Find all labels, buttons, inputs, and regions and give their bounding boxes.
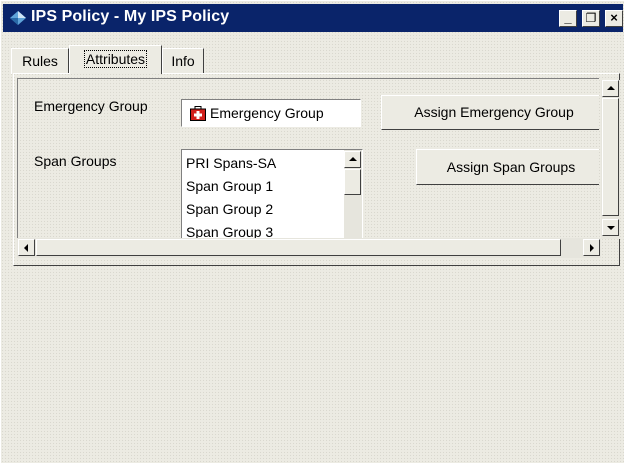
title-bar[interactable]: IPS Policy - My IPS Policy _ ❐ × [3, 4, 623, 32]
arrow-right-icon [590, 244, 594, 252]
close-button[interactable]: × [605, 10, 623, 27]
span-list-scroll-thumb[interactable] [344, 169, 361, 195]
scroll-up-button[interactable] [602, 80, 619, 97]
attributes-viewport: Emergency Group Emergency Group Assign E… [17, 78, 599, 238]
list-item[interactable]: PRI Spans-SA [186, 155, 276, 171]
assign-emergency-group-button[interactable]: Assign Emergency Group [381, 95, 599, 130]
list-item[interactable]: Span Group 2 [186, 201, 273, 217]
tab-rules[interactable]: Rules [11, 48, 69, 74]
horizontal-scroll-thumb[interactable] [36, 239, 561, 256]
minimize-button[interactable]: _ [559, 10, 577, 27]
scroll-left-button[interactable] [18, 239, 35, 256]
emergency-group-label: Emergency Group [34, 98, 148, 114]
tab-attributes[interactable]: Attributes [69, 45, 162, 74]
emergency-group-field: Emergency Group [181, 99, 361, 127]
assign-span-groups-button[interactable]: Assign Span Groups [416, 149, 599, 185]
list-item[interactable]: Span Group 3 [186, 224, 273, 238]
span-list-scroll-up-button[interactable] [344, 151, 361, 168]
ips-policy-window: IPS Policy - My IPS Policy _ ❐ × Rules A… [0, 0, 624, 463]
arrow-down-icon [607, 226, 615, 230]
span-groups-list[interactable]: PRI Spans-SA Span Group 1 Span Group 2 S… [181, 149, 363, 238]
span-groups-label: Span Groups [34, 153, 117, 169]
list-item[interactable]: Span Group 1 [186, 178, 273, 194]
span-list-scrollbar[interactable] [344, 150, 362, 238]
arrow-up-icon [607, 86, 615, 90]
emergency-group-value: Emergency Group [210, 105, 324, 121]
arrow-left-icon [24, 244, 28, 252]
vertical-scroll-thumb[interactable] [602, 98, 619, 216]
scroll-right-button[interactable] [583, 239, 600, 256]
horizontal-scrollbar[interactable] [17, 238, 601, 258]
arrow-up-icon [349, 157, 357, 161]
tab-info[interactable]: Info [162, 48, 204, 74]
restore-button[interactable]: ❐ [582, 10, 600, 27]
window-title: IPS Policy - My IPS Policy [31, 8, 230, 25]
scroll-down-button[interactable] [602, 219, 619, 236]
first-aid-kit-icon [190, 106, 206, 121]
vertical-scrollbar[interactable] [601, 80, 620, 239]
policy-diamond-icon [10, 11, 26, 25]
